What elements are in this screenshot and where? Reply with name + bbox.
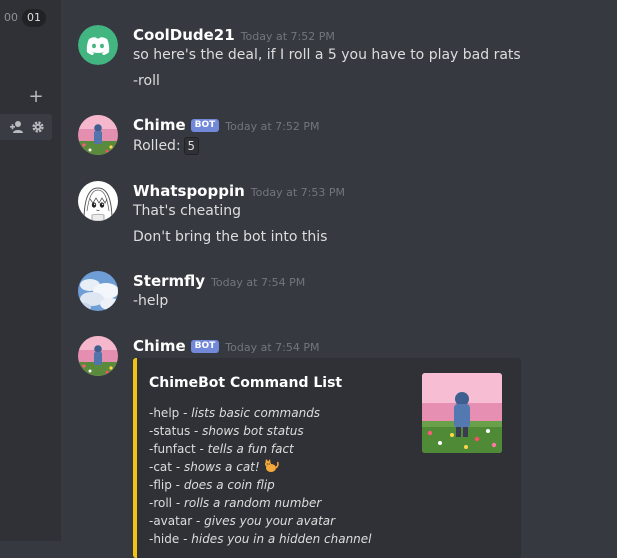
author-name[interactable]: CoolDude21 xyxy=(133,26,235,44)
embed-thumbnail[interactable] xyxy=(422,373,502,453)
command-desc: hides you in a hidden channel xyxy=(191,532,372,546)
avatar[interactable] xyxy=(78,115,118,155)
message-text: Rolled: 5 xyxy=(133,136,199,156)
message-header: Stermfly Today at 7:54 PM xyxy=(133,271,305,291)
message-text: That's cheating xyxy=(133,203,241,219)
message-header: Chime BOT Today at 7:52 PM xyxy=(133,115,319,135)
timestamp: Today at 7:52 PM xyxy=(240,30,335,43)
add-channel-plus-icon[interactable]: + xyxy=(28,88,44,106)
command-desc: does a coin flip xyxy=(183,478,275,492)
timestamp: Today at 7:52 PM xyxy=(225,120,320,133)
author-name[interactable]: Whatspoppin xyxy=(133,182,245,200)
bot-tag: BOT xyxy=(190,119,220,132)
timestamp: Today at 7:54 PM xyxy=(225,341,320,354)
timestamp: Today at 7:53 PM xyxy=(250,186,345,199)
command-name: -funfact xyxy=(149,442,196,456)
command-name: -avatar xyxy=(149,514,193,528)
bot-tag: BOT xyxy=(190,340,220,353)
message-text: -help xyxy=(133,293,169,309)
command-desc: gives you your avatar xyxy=(204,514,336,528)
command-name: -roll xyxy=(149,496,173,510)
channel-row-selected[interactable] xyxy=(0,114,52,140)
author-name[interactable]: Stermfly xyxy=(133,272,205,290)
command-line: -hide - hides you in a hidden channel xyxy=(149,530,372,548)
command-name: -flip xyxy=(149,478,172,492)
channel-sidebar: 00 01 + xyxy=(0,0,61,541)
avatar[interactable] xyxy=(78,25,118,65)
command-name: -status xyxy=(149,424,191,438)
command-line: -help - lists basic commands xyxy=(149,404,320,422)
command-sep: - xyxy=(192,514,205,528)
badge-left: 00 xyxy=(4,11,18,24)
command-sep: - xyxy=(171,478,184,492)
command-desc: lists basic commands xyxy=(191,406,321,420)
command-line: -funfact - tells a fun fact xyxy=(149,440,294,458)
timestamp: Today at 7:54 PM xyxy=(211,276,306,289)
rolled-value: 5 xyxy=(183,137,199,155)
cat-emoji-icon xyxy=(263,459,279,473)
message-header: CoolDude21 Today at 7:52 PM xyxy=(133,25,335,45)
invite-user-icon[interactable] xyxy=(10,119,24,133)
command-sep: - xyxy=(172,460,184,474)
gear-icon[interactable] xyxy=(31,119,45,133)
command-line: -flip - does a coin flip xyxy=(149,476,275,494)
command-sep: - xyxy=(195,442,208,456)
author-name[interactable]: Chime xyxy=(133,116,186,134)
rolled-label: Rolled: xyxy=(133,138,181,154)
command-name: -hide xyxy=(149,532,180,546)
command-sep: - xyxy=(190,424,203,438)
avatar[interactable] xyxy=(78,271,118,311)
command-desc: shows a cat! xyxy=(183,460,260,474)
badge-right: 01 xyxy=(22,9,46,27)
command-desc: tells a fun fact xyxy=(207,442,294,456)
command-list-embed: ChimeBot Command List -help - lists basi… xyxy=(133,358,521,558)
command-desc: rolls a random number xyxy=(183,496,322,510)
message-header: Chime BOT Today at 7:54 PM xyxy=(133,336,319,356)
command-sep: - xyxy=(172,496,184,510)
command-desc: shows bot status xyxy=(202,424,304,438)
command-name: -cat xyxy=(149,460,172,474)
message-text: -roll xyxy=(133,73,160,89)
command-name: -help xyxy=(149,406,180,420)
command-sep: - xyxy=(179,532,192,546)
avatar[interactable] xyxy=(78,336,118,376)
author-name[interactable]: Chime xyxy=(133,337,186,355)
embed-title: ChimeBot Command List xyxy=(149,375,343,391)
avatar[interactable] xyxy=(78,181,118,221)
command-line: -avatar - gives you your avatar xyxy=(149,512,335,530)
command-line: -status - shows bot status xyxy=(149,422,304,440)
message-text: Don't bring the bot into this xyxy=(133,229,328,245)
command-line: -cat - shows a cat! xyxy=(149,458,279,476)
command-line: -roll - rolls a random number xyxy=(149,494,321,512)
message-text: so here's the deal, if I roll a 5 you ha… xyxy=(133,47,521,63)
message-header: Whatspoppin Today at 7:53 PM xyxy=(133,181,345,201)
command-sep: - xyxy=(179,406,192,420)
